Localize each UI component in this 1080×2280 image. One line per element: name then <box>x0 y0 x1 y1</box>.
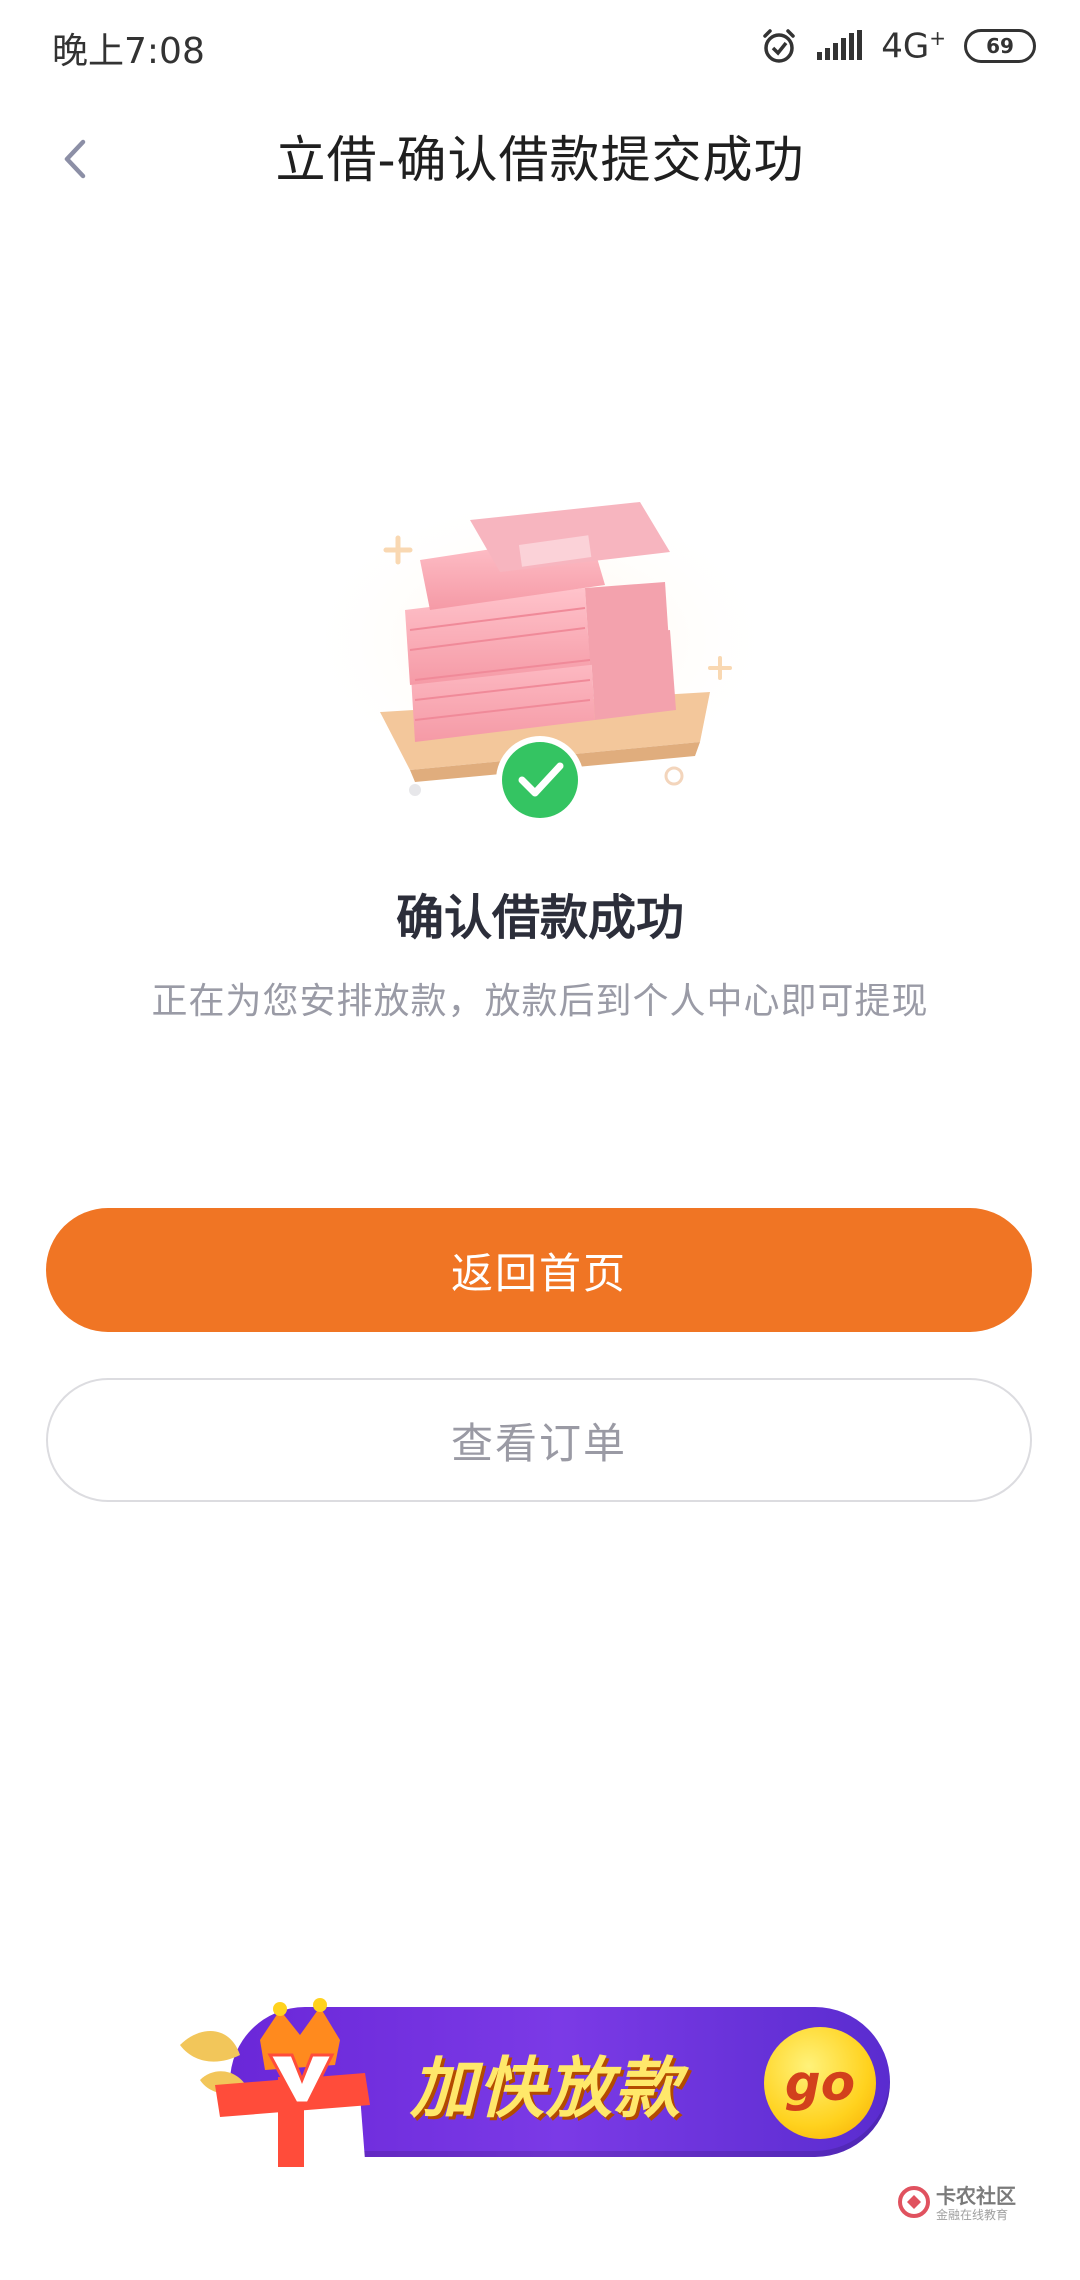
success-title: 确认借款成功 <box>395 890 684 946</box>
watermark: 卡农社区 金融在线教育 <box>898 2180 1048 2230</box>
alarm-icon <box>759 26 799 66</box>
header: 立借-确认借款提交成功 <box>0 100 1080 210</box>
signal-icon <box>817 30 863 62</box>
page-title: 立借-确认借款提交成功 <box>275 131 805 189</box>
battery-icon: 69 <box>964 29 1036 63</box>
status-icons: 4G+ 69 <box>759 24 1036 68</box>
money-illustration <box>290 460 790 840</box>
check-circle-icon <box>496 736 584 824</box>
watermark-subtitle: 金融在线教育 <box>936 2208 1009 2222</box>
speed-up-promo-banner[interactable]: 加快放款 go <box>160 1985 900 2175</box>
kanong-logo-icon <box>898 2186 930 2218</box>
status-bar: 晚上7:08 4G+ 69 <box>0 0 1080 92</box>
back-home-button[interactable]: 返回首页 <box>46 1208 1032 1332</box>
watermark-title: 卡农社区 <box>936 2184 1016 2208</box>
network-label: 4G+ <box>881 25 946 67</box>
promo-text: 加快放款 <box>410 2050 682 2127</box>
success-subtitle: 正在为您安排放款，放款后到个人中心即可提现 <box>151 981 929 1022</box>
status-time: 晚上7:08 <box>52 31 205 72</box>
go-button[interactable]: go <box>764 2027 876 2139</box>
gift-box-icon <box>180 1998 370 2170</box>
view-order-button[interactable]: 查看订单 <box>46 1378 1032 1502</box>
